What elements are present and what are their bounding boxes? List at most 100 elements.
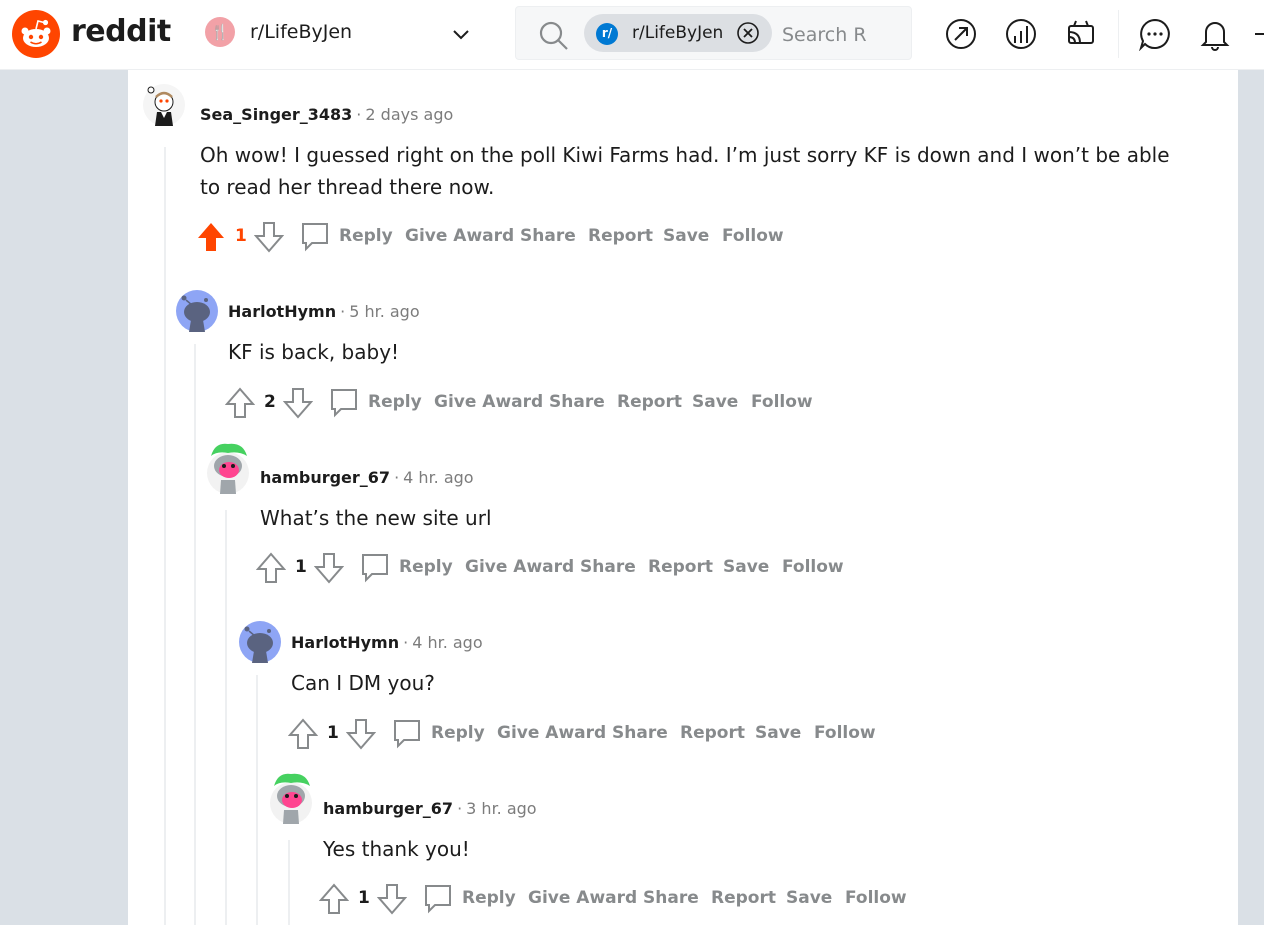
share-button[interactable]: Share [643, 888, 699, 908]
downvote-icon[interactable] [377, 882, 407, 916]
comment-thread-panel: Sea_Singer_3483 · 2 days ago Oh wow! I gue… [128, 70, 1238, 925]
community-video-icon[interactable] [1064, 17, 1098, 51]
chat-icon[interactable] [1138, 17, 1172, 51]
user-avatar[interactable] [239, 621, 281, 663]
comment-body-line: What’s the new site url [260, 506, 492, 530]
upvote-icon[interactable] [319, 882, 349, 916]
upvote-icon[interactable] [256, 551, 286, 585]
give-award-button[interactable]: Give Award [528, 888, 637, 908]
thread-line[interactable] [225, 510, 227, 925]
save-button[interactable]: Save [755, 723, 801, 743]
comment-author[interactable]: Sea_Singer_3483 [200, 105, 352, 124]
popular-icon[interactable] [944, 17, 978, 51]
report-button[interactable]: Report [680, 723, 745, 743]
downvote-icon[interactable] [346, 717, 376, 751]
follow-button[interactable]: Follow [845, 888, 907, 908]
community-switcher[interactable]: 🍴 r/LifeByJen [200, 12, 480, 56]
comment-timestamp[interactable]: 4 hr. ago [403, 468, 473, 487]
stats-icon[interactable] [1004, 17, 1038, 51]
comment-actions: 1 Reply Give Award Share Report Save Fol… [196, 220, 896, 256]
meta-separator: · [356, 105, 362, 124]
follow-button[interactable]: Follow [751, 392, 813, 412]
community-avatar-icon: 🍴 [205, 17, 235, 47]
follow-button[interactable]: Follow [814, 723, 876, 743]
header-divider [1118, 10, 1119, 58]
share-button[interactable]: Share [580, 557, 636, 577]
save-button[interactable]: Save [663, 226, 709, 246]
comment-bubble-icon[interactable] [329, 387, 359, 419]
comment-meta: Sea_Singer_3483 · 2 days ago [200, 105, 453, 124]
thread-line[interactable] [256, 675, 258, 925]
comment-meta: HarlotHymn · 4 hr. ago [291, 633, 483, 652]
thread-line[interactable] [164, 147, 166, 925]
search-community-chip[interactable]: r/ r/LifeByJen [584, 14, 772, 52]
comment-actions: 1 Reply Give Award Share Report Save Fol… [288, 717, 988, 753]
comment-timestamp[interactable]: 2 days ago [365, 105, 453, 124]
thread-line[interactable] [194, 344, 196, 925]
comment-bubble-icon[interactable] [392, 718, 422, 750]
user-avatar[interactable] [143, 84, 185, 126]
save-button[interactable]: Save [692, 392, 738, 412]
save-button[interactable]: Save [786, 888, 832, 908]
give-award-button[interactable]: Give Award [497, 723, 606, 743]
comment-bubble-icon[interactable] [360, 552, 390, 584]
comment-timestamp[interactable]: 5 hr. ago [349, 302, 419, 321]
reply-button[interactable]: Reply [339, 226, 393, 246]
meta-separator: · [394, 468, 400, 487]
user-avatar[interactable] [176, 290, 218, 332]
reply-button[interactable]: Reply [399, 557, 453, 577]
vote-score: 1 [295, 557, 307, 577]
comment-bubble-icon[interactable] [423, 883, 453, 915]
comment-actions: 1 Reply Give Award Share Report Save Fol… [319, 882, 1019, 918]
comment-meta: hamburger_67 · 3 hr. ago [323, 799, 537, 818]
meta-separator: · [403, 633, 409, 652]
upvote-icon[interactable] [225, 386, 255, 420]
comment-bubble-icon[interactable] [300, 221, 330, 253]
share-button[interactable]: Share [549, 392, 605, 412]
chip-label: r/LifeByJen [632, 23, 724, 43]
comment-author[interactable]: HarlotHymn [228, 302, 336, 321]
thread-line[interactable] [288, 840, 290, 925]
overflow-icon[interactable] [1255, 33, 1264, 35]
search-input[interactable] [780, 19, 904, 51]
downvote-icon[interactable] [283, 386, 313, 420]
user-avatar[interactable] [205, 442, 251, 496]
comment-author[interactable]: hamburger_67 [323, 799, 453, 818]
report-button[interactable]: Report [711, 888, 776, 908]
downvote-icon[interactable] [254, 220, 284, 254]
upvote-icon[interactable] [288, 717, 318, 751]
meta-separator: · [457, 799, 463, 818]
user-avatar[interactable] [268, 772, 314, 826]
comment-body-line: Oh wow! I guessed right on the poll Kiwi… [200, 143, 1170, 167]
notifications-icon[interactable] [1198, 17, 1232, 51]
top-header: reddit 🍴 r/LifeByJen r/ r/LifeByJen [0, 0, 1264, 70]
follow-button[interactable]: Follow [722, 226, 784, 246]
report-button[interactable]: Report [588, 226, 653, 246]
report-button[interactable]: Report [617, 392, 682, 412]
reddit-wordmark[interactable]: reddit [71, 14, 171, 49]
give-award-button[interactable]: Give Award [465, 557, 574, 577]
comment-timestamp[interactable]: 4 hr. ago [412, 633, 482, 652]
share-button[interactable]: Share [520, 226, 576, 246]
comment-author[interactable]: HarlotHymn [291, 633, 399, 652]
comment-author[interactable]: hamburger_67 [260, 468, 390, 487]
give-award-button[interactable]: Give Award [434, 392, 543, 412]
reply-button[interactable]: Reply [368, 392, 422, 412]
reddit-logo-icon[interactable] [12, 10, 60, 58]
reply-button[interactable]: Reply [431, 723, 485, 743]
downvote-icon[interactable] [314, 551, 344, 585]
follow-button[interactable]: Follow [782, 557, 844, 577]
vote-score: 1 [327, 723, 339, 743]
comment-actions: 2 Reply Give Award Share Report Save Fol… [225, 386, 925, 422]
reply-button[interactable]: Reply [462, 888, 516, 908]
give-award-button[interactable]: Give Award [405, 226, 514, 246]
close-icon[interactable] [736, 21, 760, 45]
report-button[interactable]: Report [648, 557, 713, 577]
share-button[interactable]: Share [612, 723, 668, 743]
comment-actions: 1 Reply Give Award Share Report Save Fol… [256, 551, 956, 587]
save-button[interactable]: Save [723, 557, 769, 577]
comment-body-line: Can I DM you? [291, 671, 435, 695]
search-bar[interactable]: r/ r/LifeByJen [515, 6, 912, 60]
upvote-icon[interactable] [196, 220, 226, 254]
comment-timestamp[interactable]: 3 hr. ago [466, 799, 536, 818]
